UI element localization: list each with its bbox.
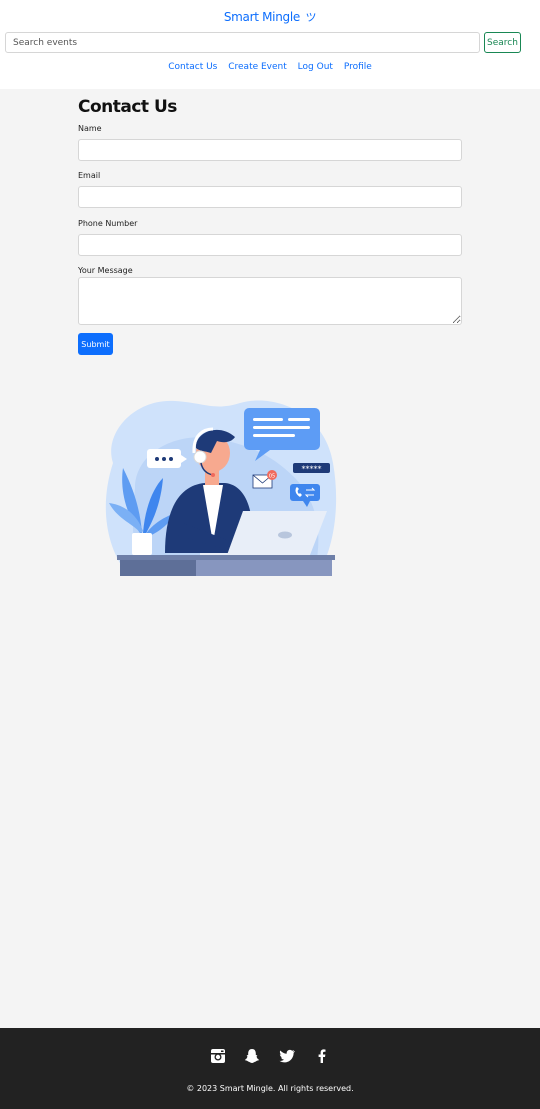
copyright-text: © 2023 Smart Mingle. All rights reserved… [186,1084,354,1093]
snapchat-icon[interactable] [244,1048,260,1064]
nav-log-out[interactable]: Log Out [298,62,333,72]
password-icon: ***** [293,463,330,474]
message-field[interactable] [78,277,462,325]
site-header: Smart Mingle ツ Search Contact Us Create … [0,0,540,89]
twitter-icon[interactable] [279,1048,295,1064]
message-label: Your Message [78,266,133,275]
site-footer: © 2023 Smart Mingle. All rights reserved… [0,1028,540,1109]
instagram-icon[interactable] [210,1048,226,1064]
svg-text:05: 05 [269,474,275,480]
search-button[interactable]: Search [484,32,521,53]
name-label: Name [78,124,102,133]
email-field[interactable] [78,186,462,208]
email-label: Email [78,171,101,180]
submit-button[interactable]: Submit [78,333,113,355]
smile-icon: ツ [305,11,317,24]
brand-logo[interactable]: Smart Mingle ツ [0,9,540,25]
brand-name[interactable]: Smart Mingle [224,10,300,24]
search-input[interactable] [5,32,480,53]
customer-support-illustration: ***** 05 [105,400,337,576]
nav-create-event[interactable]: Create Event [228,62,287,72]
page-title: Contact Us [78,97,177,117]
nav-contact-us[interactable]: Contact Us [168,62,217,72]
phone-label: Phone Number [78,219,138,228]
desk [117,555,335,576]
phone-field[interactable] [78,234,462,256]
facebook-icon[interactable] [314,1048,330,1064]
svg-text:*****: ***** [302,465,322,474]
name-field[interactable] [78,139,462,161]
main-nav: Contact Us Create Event Log Out Profile [0,62,540,72]
nav-profile[interactable]: Profile [344,62,372,72]
